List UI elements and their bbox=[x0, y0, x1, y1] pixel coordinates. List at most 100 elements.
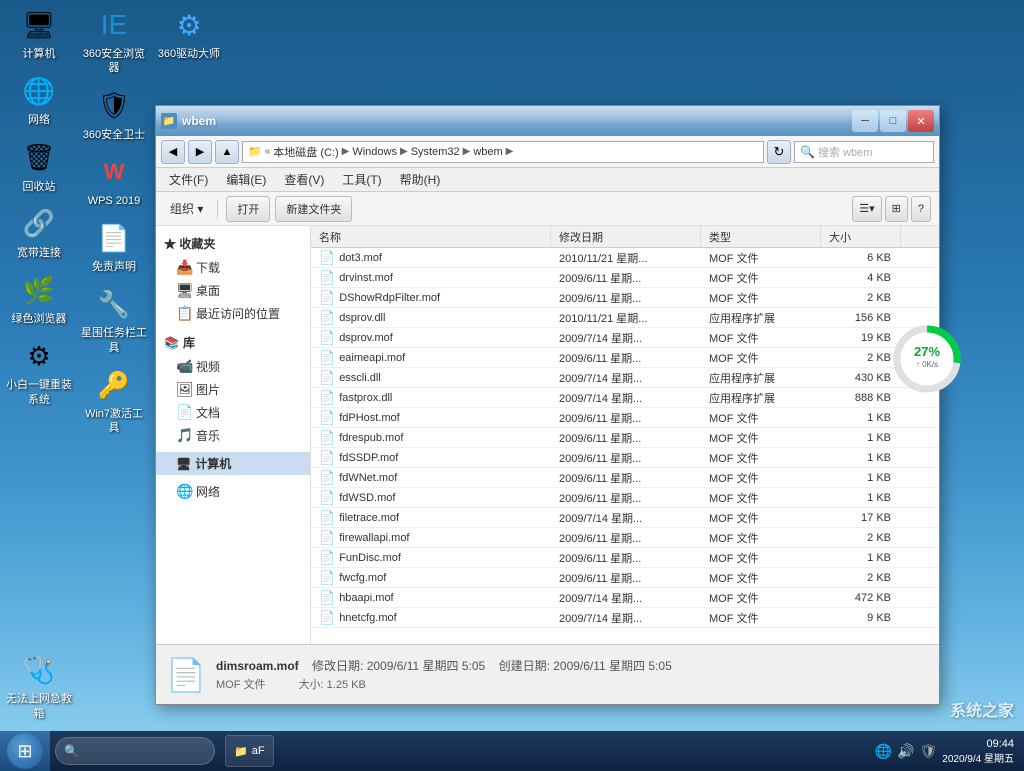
start-button[interactable]: ⊞ bbox=[0, 731, 50, 771]
toolbar: 组织 ▾ 打开 新建文件夹 ☰▾ ⊞ ? bbox=[156, 192, 939, 226]
menu-tools[interactable]: 工具(T) bbox=[334, 169, 389, 190]
nav-item-download[interactable]: 📥 下载 bbox=[156, 256, 310, 279]
file-size: 2 KB bbox=[821, 350, 901, 366]
wps-label: WPS 2019 bbox=[88, 194, 141, 208]
broadband-icon: 🔗 bbox=[19, 204, 59, 244]
menu-view[interactable]: 查看(V) bbox=[276, 169, 332, 190]
table-row[interactable]: 📄 dsprov.dll 2010/11/21 星期... 应用程序扩展 156… bbox=[311, 308, 939, 328]
col-header-type[interactable]: 类型 bbox=[701, 226, 821, 248]
desktop-icon-computer[interactable]: 🖥 计算机 bbox=[5, 5, 73, 61]
table-row[interactable]: 📄 drvinst.mof 2009/6/11 星期... MOF 文件 4 K… bbox=[311, 268, 939, 288]
file-date: 2009/7/14 星期... bbox=[551, 368, 701, 388]
menu-help[interactable]: 帮助(H) bbox=[392, 169, 449, 190]
desktop-icons-col3: ⚙ 360驱动大师 bbox=[155, 5, 223, 61]
organize-button[interactable]: 组织 ▾ bbox=[164, 197, 209, 220]
content-area: ★ 收藏夹 📥 下载 🖥 桌面 📋 最近访问的位置 bbox=[156, 226, 939, 644]
table-row[interactable]: 📄 esscli.dll 2009/7/14 星期... 应用程序扩展 430 … bbox=[311, 368, 939, 388]
desktop-icon-green-browser[interactable]: 🌿 绿色浏览器 bbox=[5, 270, 73, 326]
table-row[interactable]: 📄 fastprox.dll 2009/7/14 星期... 应用程序扩展 88… bbox=[311, 388, 939, 408]
minimize-button[interactable]: ─ bbox=[852, 110, 878, 132]
library-title[interactable]: 📚 库 bbox=[156, 330, 310, 355]
help-button[interactable]: ? bbox=[911, 196, 931, 222]
nav-item-music[interactable]: 🎵 音乐 bbox=[156, 424, 310, 447]
table-row[interactable]: 📄 dot3.mof 2010/11/21 星期... MOF 文件 6 KB bbox=[311, 248, 939, 268]
table-row[interactable]: 📄 dsprov.mof 2009/7/14 星期... MOF 文件 19 K… bbox=[311, 328, 939, 348]
search-box[interactable]: 🔍 搜索 wbem bbox=[794, 141, 934, 163]
desktop-icon-360-driver[interactable]: ⚙ 360驱动大师 bbox=[155, 5, 223, 61]
view-toggle-button[interactable]: ☰▾ bbox=[852, 196, 881, 222]
file-name: filetrace.mof bbox=[339, 512, 399, 524]
status-modified-text: 修改日期: 2009/6/11 星期四 5:05 bbox=[312, 659, 485, 673]
recycle-icon: 🗑 bbox=[19, 138, 59, 178]
file-name: dsprov.mof bbox=[339, 332, 393, 344]
window-title: wbem bbox=[182, 114, 216, 128]
menu-edit[interactable]: 编辑(E) bbox=[218, 169, 274, 190]
file-date: 2009/7/14 星期... bbox=[551, 388, 701, 408]
desktop-icon-wps[interactable]: W WPS 2019 bbox=[80, 152, 148, 208]
back-button[interactable]: ◀ bbox=[161, 140, 185, 164]
maximize-button[interactable]: □ bbox=[880, 110, 906, 132]
table-row[interactable]: 📄 eaimeapi.mof 2009/6/11 星期... MOF 文件 2 … bbox=[311, 348, 939, 368]
table-row[interactable]: 📄 hnetcfg.mof 2009/7/14 星期... MOF 文件 9 K… bbox=[311, 608, 939, 628]
taskbar-search[interactable]: 🔍 bbox=[55, 737, 215, 765]
up-button[interactable]: ▲ bbox=[215, 140, 239, 164]
table-row[interactable]: 📄 fdWNet.mof 2009/6/11 星期... MOF 文件 1 KB bbox=[311, 468, 939, 488]
table-row[interactable]: 📄 hbaapi.mof 2009/7/14 星期... MOF 文件 472 … bbox=[311, 588, 939, 608]
file-size: 1 KB bbox=[821, 430, 901, 446]
favorites-title[interactable]: ★ 收藏夹 bbox=[156, 231, 310, 256]
table-row[interactable]: 📄 fdPHost.mof 2009/6/11 星期... MOF 文件 1 K… bbox=[311, 408, 939, 428]
col-header-name[interactable]: 名称 bbox=[311, 226, 551, 248]
refresh-button[interactable]: ↻ bbox=[767, 140, 791, 164]
col-header-date[interactable]: 修改日期 bbox=[551, 226, 701, 248]
desktop-icon-360-browser[interactable]: IE 360安全浏览器 bbox=[80, 5, 148, 76]
file-date: 2009/6/11 星期... bbox=[551, 548, 701, 568]
preview-button[interactable]: ⊞ bbox=[885, 196, 908, 222]
table-row[interactable]: 📄 fdrespub.mof 2009/6/11 星期... MOF 文件 1 … bbox=[311, 428, 939, 448]
nav-item-network[interactable]: 🌐 网络 bbox=[156, 480, 310, 503]
desktop-icon-broadband[interactable]: 🔗 宽带连接 bbox=[5, 204, 73, 260]
desktop-icon-win7-tools[interactable]: 🔑 Win7激活工具 bbox=[80, 365, 148, 436]
col-header-size[interactable]: 大小 bbox=[821, 226, 901, 248]
table-row[interactable]: 📄 fdSSDP.mof 2009/6/11 星期... MOF 文件 1 KB bbox=[311, 448, 939, 468]
address-path[interactable]: 📁 « 本地磁盘 (C:) ▶ Windows ▶ System32 ▶ wbe… bbox=[242, 141, 764, 163]
file-type: 应用程序扩展 bbox=[701, 388, 821, 408]
file-type: MOF 文件 bbox=[701, 428, 821, 448]
desktop-icon-free-speech[interactable]: 📄 免责声明 bbox=[80, 218, 148, 274]
360-guard-icon: 🛡 bbox=[94, 86, 134, 126]
nav-pane: ★ 收藏夹 📥 下载 🖥 桌面 📋 最近访问的位置 bbox=[156, 226, 311, 644]
nav-item-pictures[interactable]: 🖼 图片 bbox=[156, 378, 310, 401]
file-name: fwcfg.mof bbox=[339, 572, 386, 584]
table-row[interactable]: 📄 DShowRdpFilter.mof 2009/6/11 星期... MOF… bbox=[311, 288, 939, 308]
close-button[interactable]: ✕ bbox=[908, 110, 934, 132]
desktop-icon-360-guard[interactable]: 🛡 360安全卫士 bbox=[80, 86, 148, 142]
taskbar-item-explorer[interactable]: 📁 aF bbox=[225, 735, 274, 767]
table-row[interactable]: 📄 FunDisc.mof 2009/6/11 星期... MOF 文件 1 K… bbox=[311, 548, 939, 568]
desktop-icon-recycle[interactable]: 🗑 回收站 bbox=[5, 138, 73, 194]
file-list-area[interactable]: 名称 修改日期 类型 大小 📄 dot3.mof 2010/11/21 星期..… bbox=[311, 226, 939, 644]
table-row[interactable]: 📄 fdWSD.mof 2009/6/11 星期... MOF 文件 1 KB bbox=[311, 488, 939, 508]
desktop-icon-taskbar-tools[interactable]: 🔧 星围任务栏工具 bbox=[80, 284, 148, 355]
desktop-icon-network[interactable]: 🌐 网络 bbox=[5, 71, 73, 127]
nav-item-computer[interactable]: 🖥 计算机 bbox=[156, 452, 310, 475]
desktop-icon-xiao-yi[interactable]: ⚙ 小白一键重装系统 bbox=[5, 336, 73, 407]
nav-item-recent[interactable]: 📋 最近访问的位置 bbox=[156, 302, 310, 325]
desktop-icon-internet-repair[interactable]: 🩺 无法上网急救箱 bbox=[5, 650, 73, 721]
360-driver-icon: ⚙ bbox=[169, 5, 209, 45]
nav-item-documents[interactable]: 📄 文档 bbox=[156, 401, 310, 424]
start-orb: ⊞ bbox=[7, 733, 43, 769]
table-row[interactable]: 📄 firewallapi.mof 2009/6/11 星期... MOF 文件… bbox=[311, 528, 939, 548]
file-size: 430 KB bbox=[821, 370, 901, 386]
table-row[interactable]: 📄 filetrace.mof 2009/7/14 星期... MOF 文件 1… bbox=[311, 508, 939, 528]
new-folder-button[interactable]: 新建文件夹 bbox=[275, 196, 352, 222]
nav-item-video[interactable]: 📹 视频 bbox=[156, 355, 310, 378]
nav-item-video-label: 视频 bbox=[196, 358, 220, 375]
menu-file[interactable]: 文件(F) bbox=[161, 169, 216, 190]
file-type: MOF 文件 bbox=[701, 508, 821, 528]
taskbar-item-icon: 📁 bbox=[234, 745, 248, 758]
open-button[interactable]: 打开 bbox=[226, 196, 270, 222]
nav-item-desktop[interactable]: 🖥 桌面 bbox=[156, 279, 310, 302]
toolbar-sep1 bbox=[217, 199, 218, 219]
forward-button[interactable]: ▶ bbox=[188, 140, 212, 164]
table-row[interactable]: 📄 fwcfg.mof 2009/6/11 星期... MOF 文件 2 KB bbox=[311, 568, 939, 588]
video-icon: 📹 bbox=[176, 358, 192, 375]
